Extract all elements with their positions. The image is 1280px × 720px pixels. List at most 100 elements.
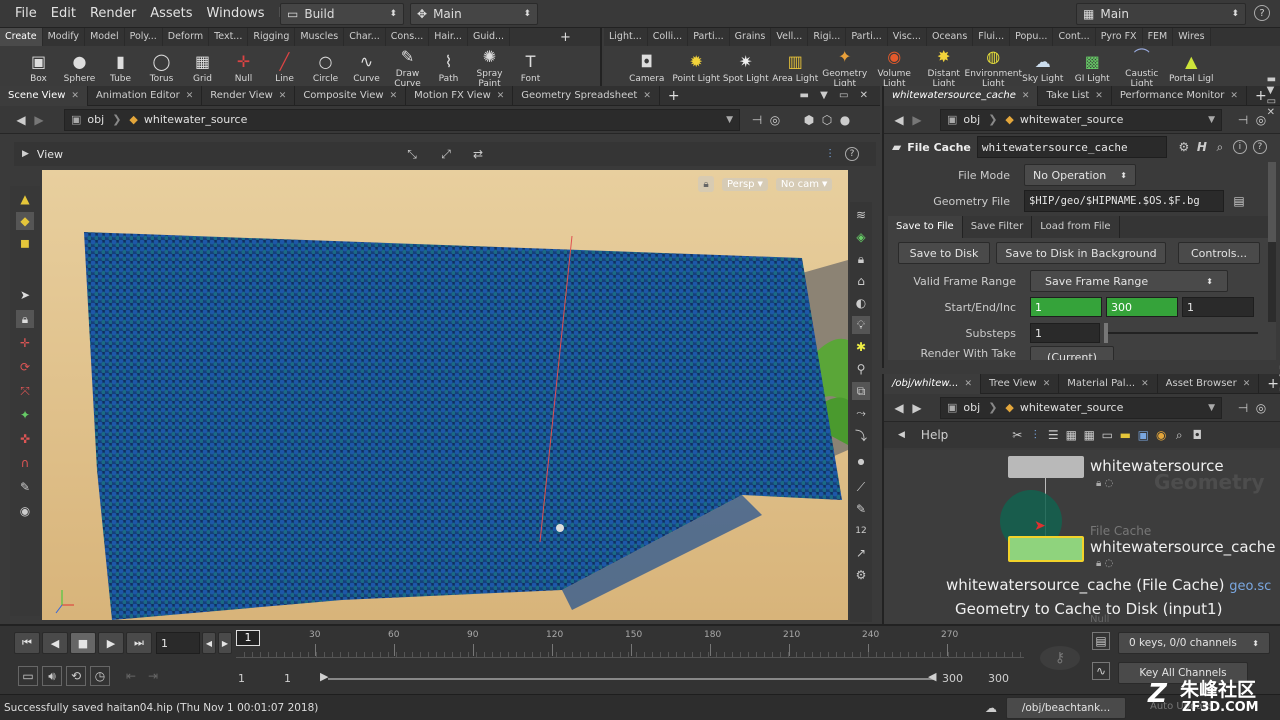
close-tab-icon[interactable]: ✕ <box>1095 86 1103 106</box>
target-icon[interactable]: ◎ <box>1252 111 1270 129</box>
right-tool-gi-light[interactable]: ▩ GI Light <box>1068 49 1118 84</box>
shelf-tab[interactable]: Wires <box>1173 28 1211 46</box>
range-slider-track[interactable] <box>328 678 934 680</box>
close-tab-icon[interactable]: ✕ <box>1141 374 1149 394</box>
shelf-tab[interactable]: Parti... <box>688 28 730 46</box>
lock-view-icon[interactable]: 🔒︎ <box>852 250 870 268</box>
close-tab-icon[interactable]: ✕ <box>186 86 194 106</box>
frame-marker[interactable]: 1 <box>236 630 260 646</box>
search-icon[interactable]: ⌕ <box>1211 138 1229 156</box>
tab-network_tabs-2[interactable]: Material Pal... ✕ <box>1059 373 1158 394</box>
color-icon[interactable]: ◉ <box>1152 426 1170 444</box>
channels-icon[interactable]: ▤ <box>1092 632 1110 650</box>
close-tab-icon[interactable]: ✕ <box>497 86 505 106</box>
node-name-field[interactable]: whitewatersource_cache <box>976 136 1167 158</box>
view-menu-icon[interactable]: ▶ <box>22 149 29 159</box>
shelf-tab[interactable]: Cont... <box>1053 28 1096 46</box>
cube-alt-icon[interactable]: ⬡ <box>818 111 836 129</box>
range-slider-left-icon[interactable]: ▶ <box>320 670 328 683</box>
play-reverse-button[interactable]: ◀ <box>42 632 68 654</box>
object-select-icon[interactable]: ▲ <box>16 190 34 208</box>
cube-icon[interactable]: ⬢ <box>800 111 818 129</box>
step-back-button[interactable]: ◀ <box>202 632 216 654</box>
left-tool-grid[interactable]: ▦ Grid <box>182 49 223 84</box>
audio-icon[interactable]: 🔊︎ <box>42 666 62 686</box>
right-tool-camera[interactable]: ◘ Camera <box>622 49 672 84</box>
tab-viewer_tabs-1[interactable]: Animation Editor ✕ <box>88 85 203 106</box>
valid-frame-range-select[interactable]: Save Frame Range ⬍ <box>1030 270 1228 292</box>
shelf-tab[interactable]: Rigging <box>248 28 296 46</box>
range-slider-right-icon[interactable]: ◀ <box>928 670 936 683</box>
step-forward-button[interactable]: ▶ <box>218 632 232 654</box>
view-label[interactable]: View <box>37 148 63 161</box>
right-tool-point-light[interactable]: ✹ Point Light <box>672 49 722 84</box>
jump-start-button[interactable]: ⏮ <box>14 632 40 654</box>
menu-file[interactable]: File <box>8 0 44 28</box>
tab-viewer_tabs-5[interactable]: Geometry Spreadsheet ✕ <box>513 85 660 106</box>
range-start-label[interactable]: 1 <box>238 672 245 685</box>
shelf-tab[interactable]: Deform <box>163 28 210 46</box>
close-tab-icon[interactable]: ✕ <box>643 86 651 106</box>
close-tab-icon[interactable]: ✕ <box>1022 86 1030 106</box>
menu-assets[interactable]: Assets <box>143 0 199 28</box>
shelf-tab[interactable]: Poly... <box>125 28 163 46</box>
current-frame-field[interactable]: 1 <box>156 632 200 654</box>
shelf-tab[interactable]: Hair... <box>429 28 468 46</box>
rotate-icon[interactable]: ⟳ <box>16 358 34 376</box>
close-tab-icon[interactable]: ✕ <box>279 86 287 106</box>
tab-viewer_tabs-0[interactable]: Scene View ✕ <box>0 85 88 106</box>
brush-icon[interactable]: ✎ <box>16 478 34 496</box>
frame-ruler[interactable]: 1 30 60 90 120 150 180 210 240 270 <box>236 630 1024 658</box>
network-help-label[interactable]: Help <box>921 428 948 442</box>
snap-grid-icon[interactable]: ⤵ <box>852 426 870 444</box>
display-options-icon[interactable]: ⫶ <box>821 145 839 163</box>
add-tab-icon[interactable]: + <box>1267 376 1279 392</box>
transform-icon[interactable]: ⤢ <box>437 145 455 163</box>
param-scrollbar[interactable] <box>1268 162 1276 322</box>
light-add-icon[interactable]: ✱ <box>852 338 870 356</box>
number-icon[interactable]: 12 <box>852 522 870 540</box>
shelf-tab[interactable]: Colli... <box>648 28 689 46</box>
menu-edit[interactable]: Edit <box>44 0 83 28</box>
pin-icon[interactable]: ⊣ <box>1234 111 1252 129</box>
increment-field[interactable]: 1 <box>1182 297 1254 317</box>
param-subtab[interactable]: Save Filter <box>962 216 1033 238</box>
network-menu-icon[interactable]: ◀ <box>898 430 905 440</box>
network-box-icon[interactable]: ▭ <box>1098 426 1116 444</box>
left-tool-sphere[interactable]: ● Sphere <box>59 49 100 84</box>
handle-icon[interactable]: ⇄ <box>469 145 487 163</box>
range-end2-label[interactable]: 300 <box>988 672 1009 685</box>
handle-tool-icon[interactable]: ✜ <box>16 430 34 448</box>
right-tool-sky-light[interactable]: ☁ Sky Light <box>1018 49 1068 84</box>
back-arrow-icon[interactable]: ◀ <box>890 399 908 417</box>
back-arrow-icon[interactable]: ◀ <box>12 111 30 129</box>
start-frame-field[interactable]: 1 <box>1030 297 1102 317</box>
stop-button[interactable]: ■ <box>70 632 96 654</box>
translate-icon[interactable]: ✛ <box>16 334 34 352</box>
left-tool-null[interactable]: ✛ Null <box>223 49 264 84</box>
add-tab-icon[interactable]: + <box>668 88 680 104</box>
forward-arrow-icon[interactable]: ▶ <box>908 399 926 417</box>
view-tool-icon[interactable]: ◉ <box>16 502 34 520</box>
right-tool-spot-light[interactable]: ✷ Spot Light <box>721 49 771 84</box>
viewport[interactable]: 🔒︎ Persp ▼ No cam ▼ <box>42 170 848 620</box>
range-end-icon[interactable]: ⇥ <box>144 667 162 685</box>
shelf-tab[interactable]: Vell... <box>771 28 809 46</box>
viewport-help-icon[interactable]: ? <box>845 147 860 161</box>
light-link-icon[interactable]: ⚲ <box>852 360 870 378</box>
scroll-thumb[interactable] <box>1268 162 1276 242</box>
tab-viewer_tabs-2[interactable]: Render View ✕ <box>202 85 296 106</box>
point-icon[interactable]: ● <box>852 452 870 470</box>
normal-icon[interactable]: ⟋ <box>852 478 870 496</box>
left-tool-curve[interactable]: ∿ Curve <box>346 49 387 84</box>
settings-icon[interactable]: ⚙ <box>852 566 870 584</box>
vector-icon[interactable]: ↗ <box>852 544 870 562</box>
save-to-disk-button[interactable]: Save to Disk <box>898 242 990 264</box>
geo-select-icon[interactable]: ◆ <box>16 212 34 230</box>
back-arrow-icon[interactable]: ◀ <box>890 111 908 129</box>
menu-windows[interactable]: Windows <box>200 0 272 28</box>
substeps-slider[interactable] <box>1104 323 1258 343</box>
right-tool-area-light[interactable]: ▥ Area Light <box>771 49 821 84</box>
lightbulb-icon[interactable]: 💡︎ <box>852 316 870 334</box>
shelf-tab[interactable]: Muscles <box>295 28 345 46</box>
